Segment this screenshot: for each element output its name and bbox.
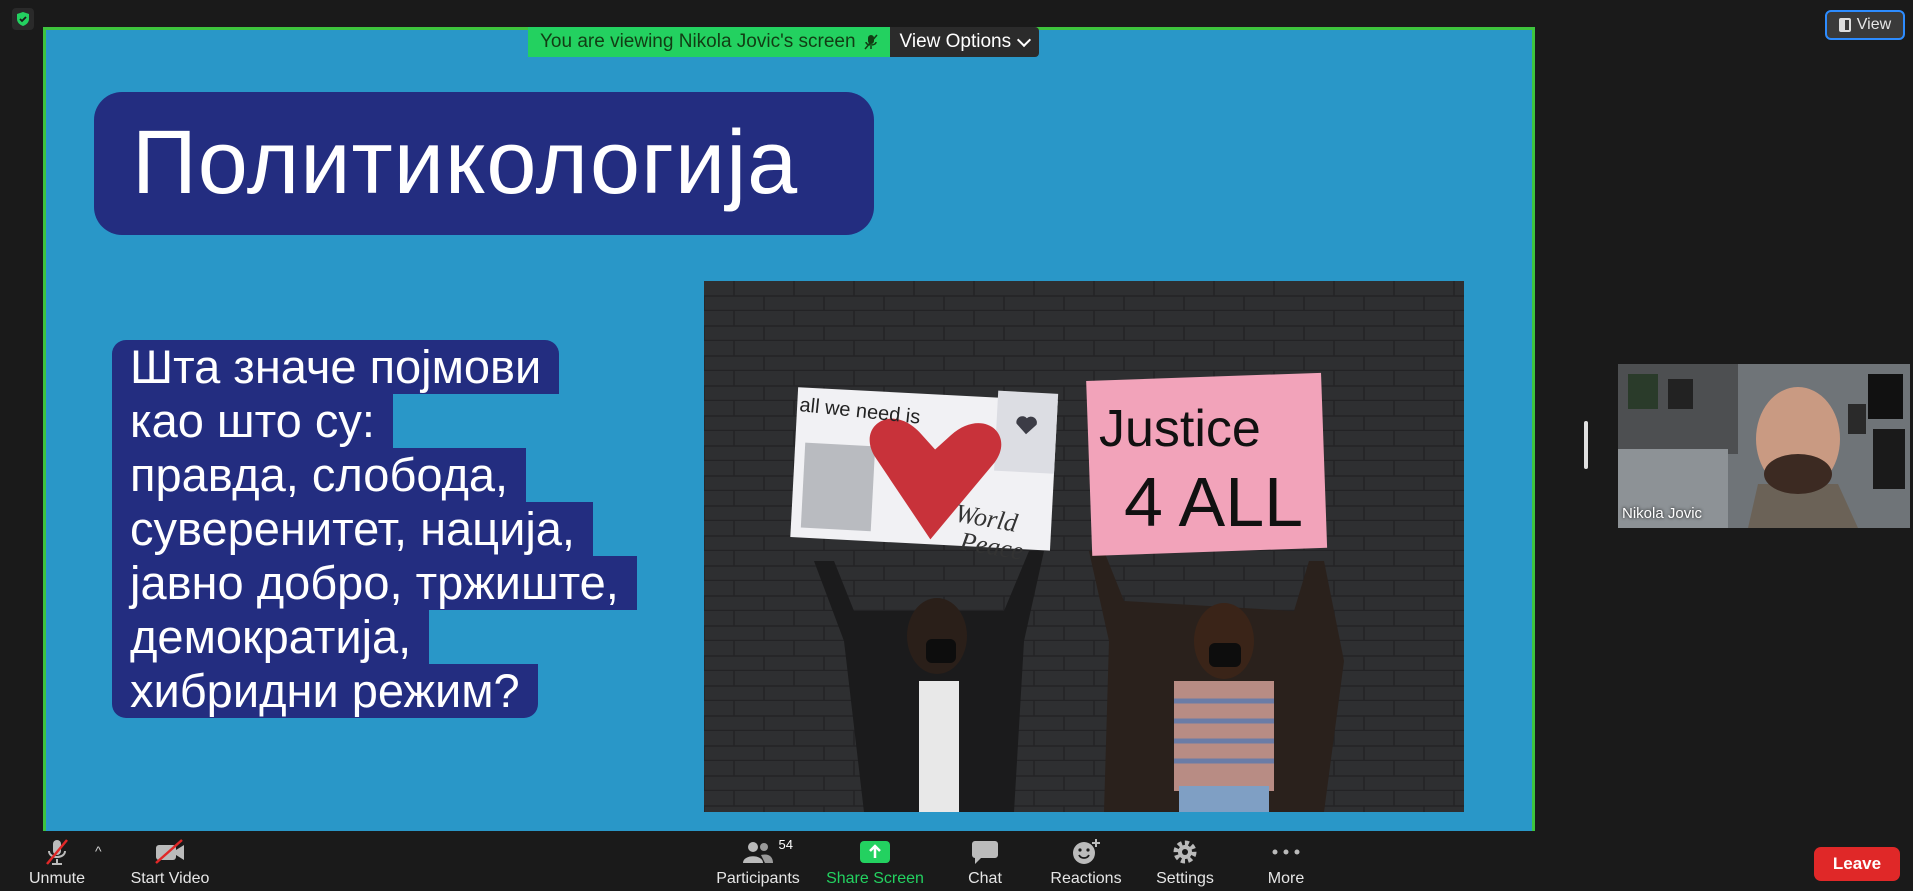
view-options-label: View Options <box>899 31 1012 52</box>
viewing-notice: You are viewing Nikola Jovic's screen <box>528 27 890 57</box>
audio-options-caret-icon[interactable]: ^ <box>95 843 102 859</box>
question-line: суверенитет, нација, <box>112 502 593 556</box>
reactions-label: Reactions <box>1050 870 1122 887</box>
question-line: као што су: <box>112 394 393 448</box>
slide-question-box: Шта значе појмови као што су: правда, сл… <box>112 340 637 718</box>
share-screen-label: Share Screen <box>826 870 924 887</box>
screen-share-banner: You are viewing Nikola Jovic's screen Vi… <box>528 27 1040 57</box>
start-video-button[interactable]: Start Video <box>125 831 215 891</box>
participant-video-tile[interactable]: Nikola Jovic <box>1618 364 1910 528</box>
right-sign-text-1: Justice <box>1099 400 1261 458</box>
question-line: хибридни режим? <box>112 664 538 718</box>
view-button-label: View <box>1856 16 1892 33</box>
participant-name: Nikola Jovic <box>1622 505 1703 522</box>
more-dots-icon <box>1272 849 1300 855</box>
share-screen-button[interactable]: Share Screen <box>826 831 924 891</box>
question-line: Шта значе појмови <box>112 340 560 394</box>
chat-button[interactable]: Chat <box>955 831 1015 891</box>
mic-muted-icon <box>863 34 878 50</box>
more-label: More <box>1267 870 1305 887</box>
settings-label: Settings <box>1156 870 1214 887</box>
participants-icon <box>743 842 773 863</box>
unmute-button[interactable]: Unmute <box>22 831 92 891</box>
chat-icon <box>972 841 998 864</box>
view-layout-icon <box>1838 18 1851 32</box>
unmute-label: Unmute <box>28 870 86 887</box>
reactions-smiley-icon <box>1073 839 1100 864</box>
participants-button[interactable]: 54 Participants <box>710 831 806 891</box>
meeting-toolbar: Unmute ^ Start Video 54 Participants Sha… <box>0 831 1913 891</box>
zoom-meeting-window: View Политикологија Шта значе појмови ка… <box>0 0 1913 891</box>
leave-button[interactable]: Leave <box>1814 847 1900 881</box>
view-options-button[interactable]: View Options <box>889 27 1040 57</box>
video-off-icon <box>155 839 184 864</box>
right-sign-text-2: 4 ALL <box>1124 463 1303 541</box>
viewing-notice-text: You are viewing Nikola Jovic's screen <box>540 31 856 52</box>
settings-button[interactable]: Settings <box>1150 831 1220 891</box>
security-shield-icon[interactable] <box>12 8 34 30</box>
question-line: јавно добро, тржиште, <box>112 556 637 610</box>
start-video-label: Start Video <box>130 870 210 887</box>
question-line: правда, слобода, <box>112 448 527 502</box>
shared-screen: Политикологија Шта значе појмови као што… <box>43 27 1535 833</box>
more-button[interactable]: More <box>1256 831 1316 891</box>
share-screen-icon <box>860 841 890 863</box>
participant-video <box>1618 364 1910 528</box>
gear-icon <box>1173 840 1197 864</box>
slide-title: Политикологија <box>94 92 874 235</box>
mic-muted-icon <box>46 839 68 865</box>
view-button[interactable]: View <box>1825 10 1905 40</box>
reactions-button[interactable]: Reactions <box>1046 831 1126 891</box>
chevron-down-icon <box>1017 32 1032 47</box>
panel-resize-handle[interactable] <box>1584 421 1588 469</box>
question-line: демократија, <box>112 610 430 664</box>
chat-label: Chat <box>968 870 1002 887</box>
slide-protest-photo: all we need is World Peace Justice 4 ALL <box>704 281 1464 812</box>
participants-count-badge: 54 <box>778 837 793 852</box>
participants-label: Participants <box>716 870 800 887</box>
